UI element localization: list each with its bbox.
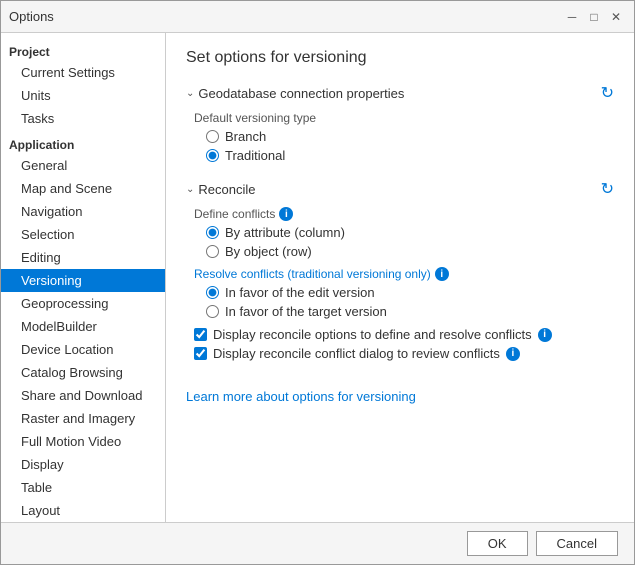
radio-edit-version[interactable]: In favor of the edit version — [206, 285, 614, 300]
title-bar-controls: ─ □ ✕ — [562, 7, 626, 27]
checkbox-display-reconcile-options-label: Display reconcile options to define and … — [213, 327, 532, 342]
section-reconcile: ⌄ Reconcile ↻ Define conflicts i By at — [186, 179, 614, 361]
radio-by-object-label: By object (row) — [225, 244, 312, 259]
sidebar-item-tasks[interactable]: Tasks — [1, 107, 165, 130]
resolve-conflicts-label: Resolve conflicts (traditional versionin… — [194, 267, 614, 281]
sidebar-item-general[interactable]: General — [1, 154, 165, 177]
define-conflicts-info-icon[interactable]: i — [279, 207, 293, 221]
radio-target-version-label: In favor of the target version — [225, 304, 387, 319]
radio-traditional[interactable]: Traditional — [206, 148, 614, 163]
checkbox-display-reconcile-options-input[interactable] — [194, 328, 207, 341]
section-geodatabase-body: Default versioning type Branch Tradition… — [186, 111, 614, 163]
radio-edit-version-input[interactable] — [206, 286, 219, 299]
title-bar: Options ─ □ ✕ — [1, 1, 634, 33]
sidebar-item-editing[interactable]: Editing — [1, 246, 165, 269]
checkbox-display-conflict-dialog-label: Display reconcile conflict dialog to rev… — [213, 346, 500, 361]
maximize-button[interactable]: □ — [584, 7, 604, 27]
sidebar-item-units[interactable]: Units — [1, 84, 165, 107]
section-geodatabase: ⌄ Geodatabase connection properties ↻ De… — [186, 83, 614, 163]
close-button[interactable]: ✕ — [606, 7, 626, 27]
radio-by-object-input[interactable] — [206, 245, 219, 258]
minimize-button[interactable]: ─ — [562, 7, 582, 27]
radio-traditional-input[interactable] — [206, 149, 219, 162]
section-geodatabase-title: ⌄ Geodatabase connection properties — [186, 86, 404, 101]
sidebar-item-geoprocessing[interactable]: Geoprocessing — [1, 292, 165, 315]
resolve-conflicts-info-icon[interactable]: i — [435, 267, 449, 281]
sidebar-item-layout[interactable]: Layout — [1, 499, 165, 522]
sidebar-item-device-location[interactable]: Device Location — [1, 338, 165, 361]
sidebar-item-catalog-browsing[interactable]: Catalog Browsing — [1, 361, 165, 384]
sidebar: Project Current Settings Units Tasks App… — [1, 33, 166, 522]
radio-target-version[interactable]: In favor of the target version — [206, 304, 614, 319]
sidebar-item-current-settings[interactable]: Current Settings — [1, 61, 165, 84]
define-conflicts-text: Define conflicts — [194, 207, 275, 221]
checkbox-display-conflict-dialog[interactable]: Display reconcile conflict dialog to rev… — [194, 346, 614, 361]
footer: OK Cancel — [1, 522, 634, 564]
define-conflicts-label: Define conflicts i — [194, 207, 614, 221]
sidebar-section-application: Application — [1, 134, 165, 154]
dialog-body: Project Current Settings Units Tasks App… — [1, 33, 634, 522]
display-conflict-dialog-info-icon[interactable]: i — [506, 347, 520, 361]
page-title: Set options for versioning — [186, 49, 614, 67]
radio-branch[interactable]: Branch — [206, 129, 614, 144]
radio-branch-label: Branch — [225, 129, 266, 144]
ok-button[interactable]: OK — [467, 531, 528, 556]
radio-by-attribute[interactable]: By attribute (column) — [206, 225, 614, 240]
options-dialog: Options ─ □ ✕ Project Current Settings U… — [0, 0, 635, 565]
learn-more-link[interactable]: Learn more about options for versioning — [186, 389, 416, 404]
radio-traditional-label: Traditional — [225, 148, 285, 163]
radio-target-version-input[interactable] — [206, 305, 219, 318]
sidebar-item-selection[interactable]: Selection — [1, 223, 165, 246]
sidebar-item-full-motion-video[interactable]: Full Motion Video — [1, 430, 165, 453]
sidebar-item-display[interactable]: Display — [1, 453, 165, 476]
title-bar-left: Options — [9, 9, 54, 24]
sidebar-item-modelbuilder[interactable]: ModelBuilder — [1, 315, 165, 338]
sidebar-item-raster-and-imagery[interactable]: Raster and Imagery — [1, 407, 165, 430]
radio-edit-version-label: In favor of the edit version — [225, 285, 375, 300]
radio-by-object[interactable]: By object (row) — [206, 244, 614, 259]
chevron-icon: ⌄ — [186, 88, 194, 99]
radio-by-attribute-label: By attribute (column) — [225, 225, 345, 240]
versioning-type-radio-group: Branch Traditional — [206, 129, 614, 163]
section-reconcile-body: Define conflicts i By attribute (column)… — [186, 207, 614, 361]
resolve-conflicts-radio-group: In favor of the edit version In favor of… — [206, 285, 614, 319]
define-conflicts-radio-group: By attribute (column) By object (row) — [206, 225, 614, 259]
radio-by-attribute-input[interactable] — [206, 226, 219, 239]
display-reconcile-options-info-icon[interactable]: i — [538, 328, 552, 342]
sidebar-item-navigation[interactable]: Navigation — [1, 200, 165, 223]
radio-branch-input[interactable] — [206, 130, 219, 143]
main-content: Set options for versioning ⌄ Geodatabase… — [166, 33, 634, 522]
resolve-conflicts-text: Resolve conflicts (traditional versionin… — [194, 267, 431, 281]
sidebar-item-map-and-scene[interactable]: Map and Scene — [1, 177, 165, 200]
cancel-button[interactable]: Cancel — [536, 531, 618, 556]
sidebar-item-table[interactable]: Table — [1, 476, 165, 499]
reset-reconcile-icon[interactable]: ↻ — [601, 179, 614, 199]
section-reconcile-header: ⌄ Reconcile ↻ — [186, 179, 614, 199]
learn-more-container: Learn more about options for versioning — [186, 377, 614, 404]
reset-geodatabase-icon[interactable]: ↻ — [601, 83, 614, 103]
sidebar-section-project: Project — [1, 41, 165, 61]
checkbox-display-reconcile-options[interactable]: Display reconcile options to define and … — [194, 327, 614, 342]
dialog-title: Options — [9, 9, 54, 24]
section-reconcile-title: ⌄ Reconcile — [186, 182, 255, 197]
versioning-type-label: Default versioning type — [194, 111, 614, 125]
sidebar-item-share-and-download[interactable]: Share and Download — [1, 384, 165, 407]
reconcile-chevron-icon: ⌄ — [186, 184, 194, 195]
sidebar-item-versioning[interactable]: Versioning — [1, 269, 165, 292]
checkbox-display-conflict-dialog-input[interactable] — [194, 347, 207, 360]
section-geodatabase-header: ⌄ Geodatabase connection properties ↻ — [186, 83, 614, 103]
